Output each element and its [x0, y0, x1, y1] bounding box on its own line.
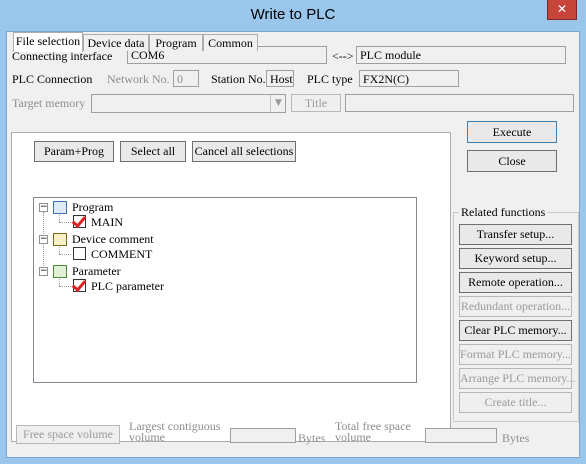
- station-no-field: Host: [266, 70, 294, 87]
- device-comment-icon: [53, 233, 67, 246]
- clear-plc-memory-button[interactable]: Clear PLC memory...: [459, 320, 572, 341]
- execute-button[interactable]: Execute: [467, 121, 557, 143]
- tree-plc-parameter-label[interactable]: PLC parameter: [91, 279, 164, 294]
- cancel-all-selections-button[interactable]: Cancel all selections: [192, 141, 296, 162]
- plc-type-label: PLC type: [307, 72, 353, 86]
- program-folder-icon: [53, 201, 67, 214]
- tree-program-label: Program: [72, 200, 114, 214]
- chevron-down-icon[interactable]: ▼: [270, 95, 286, 112]
- total-free-space-field: [425, 428, 497, 443]
- largest-contiguous-field: [230, 428, 296, 443]
- keyword-setup-button[interactable]: Keyword setup...: [459, 248, 572, 269]
- collapse-parameter-icon[interactable]: −: [39, 267, 48, 276]
- collapse-program-icon[interactable]: −: [39, 203, 48, 212]
- related-functions-title: Related functions: [459, 205, 548, 220]
- plc-parameter-checkbox[interactable]: [73, 279, 86, 292]
- redundant-operation-button[interactable]: Redundant operation...: [459, 296, 572, 317]
- transfer-setup-button[interactable]: Transfer setup...: [459, 224, 572, 245]
- main-checkbox[interactable]: [73, 215, 86, 228]
- plc-connection-label: PLC Connection: [12, 72, 93, 86]
- title-bar[interactable]: Write to PLC ✕: [0, 0, 586, 30]
- format-plc-memory-button[interactable]: Format PLC memory...: [459, 344, 572, 365]
- arrange-plc-memory-button[interactable]: Arrange PLC memory...: [459, 368, 576, 389]
- free-space-volume-button[interactable]: Free space volume: [16, 425, 120, 444]
- select-all-button[interactable]: Select all: [120, 141, 186, 162]
- network-no-label: Network No.: [107, 72, 170, 86]
- close-button[interactable]: Close: [467, 150, 557, 172]
- title-button[interactable]: Title: [291, 94, 341, 112]
- tab-common[interactable]: Common: [203, 34, 258, 51]
- network-no-field: 0: [173, 70, 199, 87]
- plc-type-field: FX2N(C): [359, 70, 459, 87]
- total-free-space-unit: Bytes: [502, 431, 530, 445]
- remote-operation-button[interactable]: Remote operation...: [459, 272, 572, 293]
- target-memory-select[interactable]: [91, 94, 286, 113]
- param-prog-button[interactable]: Param+Prog: [34, 141, 114, 162]
- create-title-button[interactable]: Create title...: [459, 392, 572, 413]
- comment-checkbox[interactable]: [73, 247, 86, 260]
- total-free-space-label: Total free space volume: [335, 419, 411, 444]
- dialog-body: Connecting interface COM6 <--> PLC modul…: [6, 31, 580, 458]
- file-tree[interactable]: − Program MAIN − Device comment COMMENT …: [33, 197, 417, 383]
- tree-comment-label[interactable]: COMMENT: [91, 247, 152, 262]
- title-field: [345, 94, 574, 112]
- tree-device-comment-label: Device comment: [72, 232, 154, 246]
- close-icon[interactable]: ✕: [547, 0, 577, 20]
- collapse-device-comment-icon[interactable]: −: [39, 235, 48, 244]
- connection-target-value: PLC module: [356, 46, 566, 64]
- connection-arrow: <-->: [332, 49, 354, 63]
- tab-file-selection[interactable]: File selection: [13, 32, 83, 52]
- largest-contiguous-label: Largest contiguous volume: [129, 419, 221, 444]
- parameter-icon: [53, 265, 67, 278]
- station-no-label: Station No.: [211, 72, 266, 86]
- tab-program[interactable]: Program: [149, 34, 203, 51]
- tree-main-label[interactable]: MAIN: [91, 215, 123, 230]
- tab-device-data[interactable]: Device data: [83, 34, 149, 51]
- largest-contiguous-unit: Bytes: [298, 431, 326, 445]
- target-memory-label: Target memory: [12, 96, 86, 110]
- window-title: Write to PLC: [250, 6, 336, 23]
